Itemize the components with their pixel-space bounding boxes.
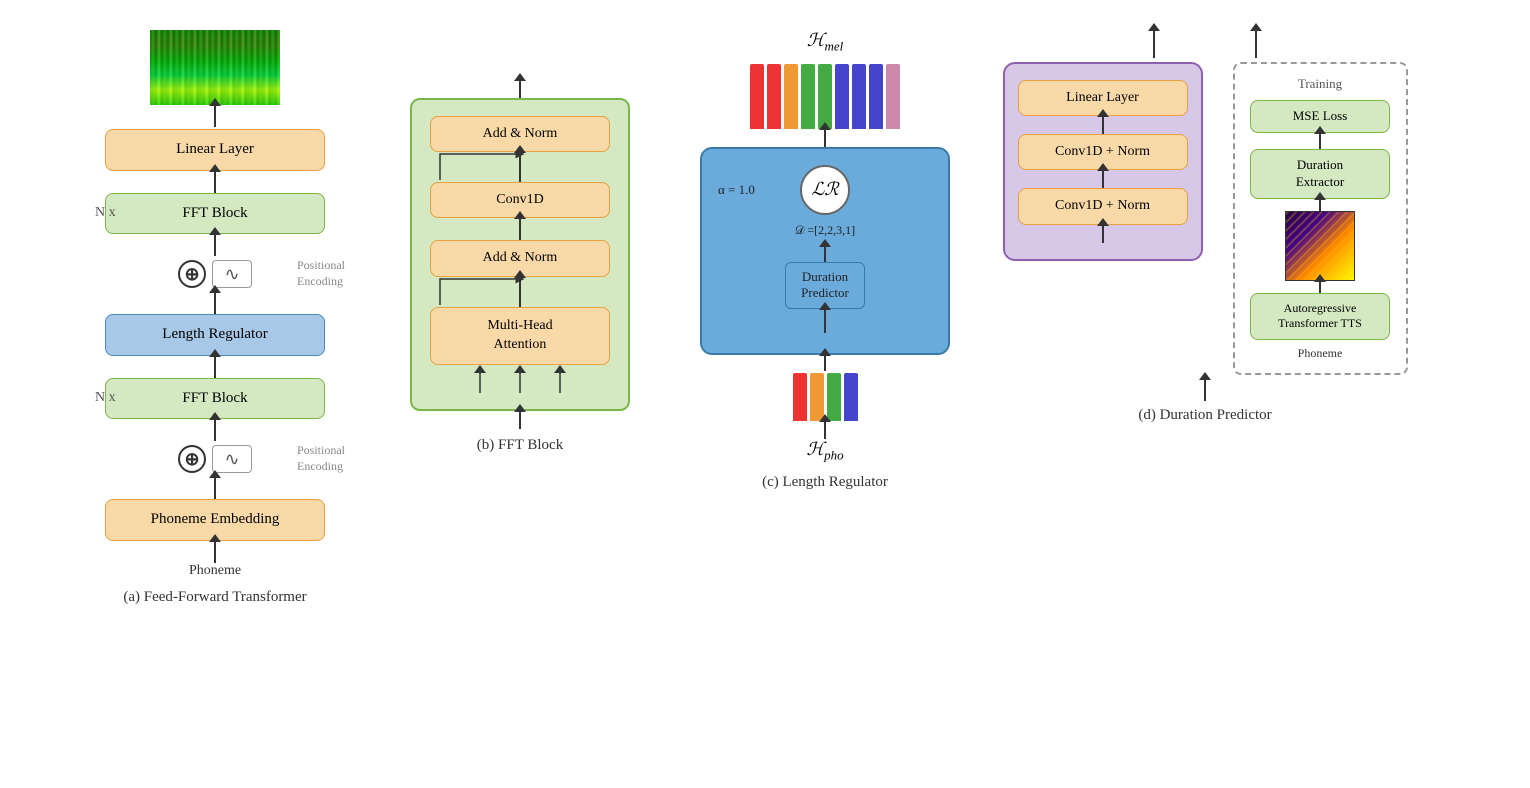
bar-1 bbox=[750, 64, 764, 129]
pe-group-bottom: ⊕ ∿ bbox=[178, 445, 252, 473]
arrow-d-mat bbox=[1319, 281, 1321, 293]
add-circle-top: ⊕ bbox=[178, 260, 206, 288]
autoregressive-tts: Autoregressive Transformer TTS bbox=[1250, 293, 1390, 340]
bar-9 bbox=[886, 64, 900, 129]
section-c: ℋmel α = 1.0 ℒℛ 𝒟 =[2,2,3,1] bbox=[670, 20, 980, 491]
caption-d: (d) Duration Predictor bbox=[1138, 407, 1271, 424]
nx-label-top: N x bbox=[95, 205, 116, 221]
arrow-d-2 bbox=[1102, 170, 1104, 188]
mel-color-bars bbox=[750, 59, 900, 129]
arrow-d-1 bbox=[1102, 116, 1104, 134]
arrow-lr bbox=[214, 356, 216, 378]
bar-2 bbox=[767, 64, 781, 129]
arrow-d-left-top bbox=[1153, 30, 1155, 58]
arrow-pe-bottom bbox=[214, 477, 216, 499]
h-mel-sub: mel bbox=[825, 39, 844, 54]
col-a: Linear Layer N x FFT Block ⊕ ∿ Positiona… bbox=[55, 30, 375, 579]
caption-a: (a) Feed-Forward Transformer bbox=[123, 589, 306, 606]
arrow-fft-top bbox=[214, 234, 216, 256]
arrow-b-top bbox=[519, 80, 521, 98]
bar-6 bbox=[835, 64, 849, 129]
caption-b: (b) FFT Block bbox=[477, 437, 563, 454]
arrow-pe-top bbox=[214, 292, 216, 314]
feedback-svg-bottom bbox=[430, 277, 610, 307]
d-content-row: Linear Layer Conv1D + Norm Conv1D + Norm… bbox=[1003, 62, 1408, 375]
arrow-b-2 bbox=[519, 218, 521, 240]
arrow-d-bottom bbox=[1204, 379, 1206, 401]
section-b: Add & Norm Conv1D Add & Nor bbox=[380, 20, 660, 454]
section-a: Linear Layer N x FFT Block ⊕ ∿ Positiona… bbox=[30, 20, 400, 606]
arrow-fft-bottom bbox=[214, 419, 216, 441]
arrow-c-dp bbox=[824, 309, 826, 333]
pe-group-top: ⊕ ∿ bbox=[178, 260, 252, 288]
main-container: Linear Layer N x FFT Block ⊕ ∿ Positiona… bbox=[0, 0, 1530, 788]
lr-circle: ℒℛ bbox=[800, 165, 850, 215]
h-pho-label: ℋpho bbox=[806, 439, 843, 464]
pho-bar-1 bbox=[793, 373, 807, 421]
caption-c: (c) Length Regulator bbox=[762, 474, 888, 491]
arrow-d-right-top bbox=[1255, 30, 1257, 58]
matrix-img bbox=[1285, 211, 1355, 281]
arrow-phoneme bbox=[214, 541, 216, 563]
spectrogram-image bbox=[150, 30, 280, 105]
multi-head-attention: Multi-Head Attention bbox=[430, 307, 610, 365]
arrow-d-3 bbox=[1102, 225, 1104, 243]
arrow-c-lr bbox=[824, 246, 826, 262]
bar-7 bbox=[852, 64, 866, 129]
phoneme-label-a: Phoneme bbox=[189, 563, 241, 579]
arrows-b-bottom bbox=[430, 365, 610, 393]
pe-symbol-bottom: ∿ bbox=[212, 445, 252, 473]
arrow-d-mse bbox=[1319, 133, 1321, 149]
training-label: Training bbox=[1298, 76, 1342, 92]
feedback-svg-top bbox=[430, 152, 610, 182]
pe-symbol-top: ∿ bbox=[212, 260, 252, 288]
add-circle-bottom: ⊕ bbox=[178, 445, 206, 473]
lr-outer: α = 1.0 ℒℛ 𝒟 =[2,2,3,1] Duration Predict… bbox=[700, 147, 950, 356]
h-mel-label: ℋmel bbox=[807, 30, 844, 55]
bar-5 bbox=[818, 64, 832, 129]
bar-8 bbox=[869, 64, 883, 129]
phoneme-label-d: Phoneme bbox=[1298, 346, 1343, 361]
arrow-c-mid bbox=[824, 355, 826, 371]
arrow-c-pho bbox=[824, 421, 826, 439]
fft-outer: Add & Norm Conv1D Add & Nor bbox=[410, 98, 630, 411]
dp-outer: Linear Layer Conv1D + Norm Conv1D + Norm bbox=[1003, 62, 1203, 261]
arrow-c-top bbox=[824, 129, 826, 147]
multi-arrows-svg bbox=[430, 365, 610, 393]
arrow-b-bottom-out bbox=[519, 411, 521, 429]
bar-4 bbox=[801, 64, 815, 129]
arrow-d-de bbox=[1319, 199, 1321, 211]
arrow-linear bbox=[214, 171, 216, 193]
alpha-label: α = 1.0 bbox=[718, 182, 755, 198]
pe-label-top: PositionalEncoding bbox=[297, 258, 345, 289]
pho-bar-4 bbox=[844, 373, 858, 421]
bar-3 bbox=[784, 64, 798, 129]
section-d: Linear Layer Conv1D + Norm Conv1D + Norm… bbox=[990, 20, 1420, 424]
pe-label-bottom: PositionalEncoding bbox=[297, 443, 345, 474]
arrow-spectrogram bbox=[214, 105, 216, 127]
h-pho-sub: pho bbox=[824, 448, 844, 463]
nx-label-bottom: N x bbox=[95, 390, 116, 406]
training-section: Training MSE Loss Duration Extractor Aut… bbox=[1233, 62, 1408, 375]
duration-d-label: 𝒟 =[2,2,3,1] bbox=[795, 223, 855, 238]
training-outer: Training MSE Loss Duration Extractor Aut… bbox=[1233, 62, 1408, 375]
